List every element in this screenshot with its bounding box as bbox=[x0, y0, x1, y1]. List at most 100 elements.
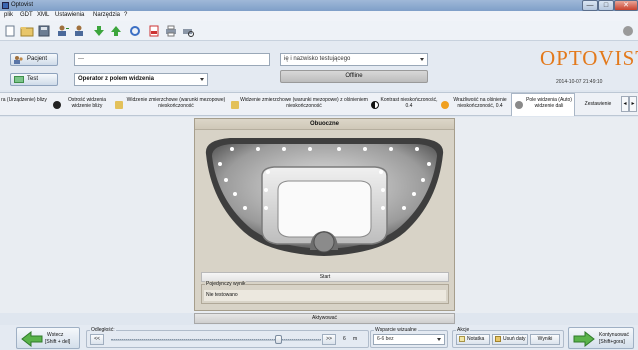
distance-slider-thumb[interactable] bbox=[275, 335, 282, 344]
print-preview-icon[interactable] bbox=[181, 24, 195, 38]
distance-decrease-button[interactable]: << bbox=[90, 334, 104, 345]
tab-label: Widzenie zmierzchowe (warunki mezopowe) … bbox=[126, 97, 226, 109]
patient-button-label: Pacjent bbox=[27, 56, 48, 62]
tab-device[interactable]: ra (Urządzenie) blizy bbox=[0, 94, 48, 115]
datetime: 2014-10-07 21:49:10 bbox=[556, 79, 603, 85]
visual-support-group: Wsparcie wizualne 6-6 bez bbox=[370, 327, 448, 348]
help-icon[interactable] bbox=[621, 24, 635, 38]
acuity-icon bbox=[53, 101, 61, 109]
title-bar: Optovist — □ ✕ bbox=[0, 0, 638, 11]
delete-icon bbox=[495, 336, 501, 342]
actions-legend: Akcje bbox=[456, 327, 471, 333]
menu-help[interactable]: ? bbox=[124, 12, 127, 18]
operator-select-value: ię i nazwisko testującego bbox=[284, 56, 351, 62]
distance-increase-button[interactable]: >> bbox=[322, 334, 336, 345]
tab-scroll-left-button[interactable]: ◂ bbox=[621, 96, 629, 112]
chevron-down-icon bbox=[420, 58, 424, 61]
tab-contrast[interactable]: Kontrast nieskończoność, 0.4 bbox=[368, 94, 438, 115]
toolbar bbox=[0, 21, 638, 41]
menu-gdt[interactable]: GDT bbox=[20, 12, 33, 18]
back-button[interactable]: Wstecz [Shift + del] bbox=[16, 327, 80, 349]
user-add-icon[interactable] bbox=[56, 24, 70, 38]
visual-field-visor bbox=[205, 138, 444, 256]
activate-button[interactable]: Aktywować bbox=[194, 313, 455, 324]
chevron-down-icon bbox=[200, 78, 204, 81]
test-button[interactable]: Test bbox=[10, 73, 58, 86]
test-button-label: Test bbox=[27, 76, 39, 82]
menu-xml[interactable]: XML bbox=[37, 12, 49, 18]
window-title: Optovist bbox=[11, 2, 34, 8]
note-button[interactable]: Notatka bbox=[456, 334, 490, 345]
contrast-icon bbox=[371, 101, 379, 109]
tab-scroll-right-button[interactable]: ▸ bbox=[629, 96, 637, 112]
new-document-icon[interactable] bbox=[3, 24, 17, 38]
patient-icon bbox=[14, 56, 23, 64]
menu-narzedzia[interactable]: Narzędzia bbox=[93, 12, 120, 18]
arrow-up-icon[interactable] bbox=[109, 24, 123, 38]
distance-group: Odległość: << >> 6 m bbox=[86, 327, 369, 348]
distance-slider-track[interactable] bbox=[111, 339, 321, 341]
menu-plik[interactable]: plik bbox=[4, 12, 13, 18]
test-tabs: ra (Urządzenie) blizy Ostrość widzenia w… bbox=[0, 92, 638, 116]
tab-label: Wrażliwość na olśnienie nieskończoność, … bbox=[453, 97, 507, 109]
arrow-right-icon bbox=[573, 331, 595, 347]
visor-window bbox=[277, 180, 372, 238]
tab-label: Kontrast nieskończoność, 0.4 bbox=[380, 97, 438, 109]
print-icon[interactable] bbox=[164, 24, 178, 38]
menu-bar: plik GDT XML Ustawienia Narzędzia ? bbox=[0, 11, 638, 21]
results-button[interactable]: Wyniki bbox=[530, 334, 560, 345]
note-icon bbox=[459, 336, 465, 342]
back-shortcut: [Shift + del] bbox=[45, 339, 71, 345]
tab-label: Widzenie zmierzchowe (warunki mezopowe) … bbox=[240, 97, 368, 109]
panel-title: Obuoczne bbox=[195, 119, 454, 130]
single-result-legend: Pojedynczy wynik bbox=[205, 281, 247, 287]
arrow-down-icon[interactable] bbox=[92, 24, 106, 38]
mesopic-icon bbox=[115, 101, 123, 109]
menu-ustawienia[interactable]: Ustawienia bbox=[55, 12, 84, 18]
tab-glare[interactable]: Wrażliwość na olśnienie nieskończoność, … bbox=[438, 94, 510, 115]
logo: OPTOVIST bbox=[540, 46, 638, 70]
test-select[interactable]: Operator z polem widzenia bbox=[74, 73, 208, 86]
mesopic-glare-icon bbox=[231, 101, 239, 109]
tab-mesopic-glare[interactable]: Widzenie zmierzchowe (warunki mezopowe) … bbox=[228, 94, 368, 115]
minimize-button[interactable]: — bbox=[582, 0, 598, 11]
status-badge: Offline bbox=[280, 70, 428, 83]
continue-label: Kontynuować bbox=[599, 332, 630, 338]
distance-unit: m bbox=[353, 336, 358, 342]
save-icon[interactable] bbox=[37, 24, 51, 38]
continue-button[interactable]: Kontynuować [Shift+gora] bbox=[568, 327, 634, 349]
test-select-value: Operator z polem widzenia bbox=[78, 76, 155, 82]
glare-icon bbox=[441, 101, 449, 109]
binocular-panel: Obuoczne Start Pojedynczy wynik Nie test… bbox=[194, 118, 455, 311]
user-edit-icon[interactable] bbox=[73, 24, 87, 38]
distance-legend: Odległość: bbox=[90, 327, 116, 333]
tab-visual-field[interactable]: Pole widzenia (Auto) widzenie dali bbox=[511, 93, 575, 116]
operator-select[interactable]: ię i nazwisko testującego bbox=[280, 53, 428, 66]
tab-summary[interactable]: Zestawienie bbox=[576, 94, 620, 115]
app-icon bbox=[2, 2, 9, 9]
maximize-button[interactable]: □ bbox=[598, 0, 614, 11]
visual-support-select[interactable]: 6-6 bez bbox=[373, 334, 445, 345]
tab-label: Ostrość widzenia widzenie bliży bbox=[67, 97, 107, 109]
chevron-down-icon bbox=[437, 338, 441, 341]
delete-dates-button[interactable]: Usuń daty bbox=[492, 334, 528, 345]
patient-button[interactable]: Pacjent bbox=[10, 53, 58, 66]
visual-support-legend: Wsparcie wizualne bbox=[374, 327, 418, 333]
open-folder-icon[interactable] bbox=[20, 24, 34, 38]
back-label: Wstecz bbox=[47, 332, 64, 338]
delete-label: Usuń daty bbox=[503, 336, 526, 342]
tab-visual-acuity-near[interactable]: Ostrość widzenia widzenie bliży bbox=[50, 94, 112, 115]
note-label: Notatka bbox=[467, 336, 485, 342]
patient-name-field[interactable]: --- bbox=[74, 53, 270, 66]
monitor-icon bbox=[14, 76, 24, 83]
single-result-value: Nie testowano bbox=[204, 290, 446, 301]
close-button[interactable]: ✕ bbox=[614, 0, 638, 11]
visual-support-value: 6-6 bez bbox=[377, 336, 394, 342]
arrow-left-icon bbox=[21, 331, 43, 347]
tab-mesopic[interactable]: Widzenie zmierzchowe (warunki mezopowe) … bbox=[112, 94, 228, 115]
visual-field-icon bbox=[515, 101, 523, 109]
refresh-icon[interactable] bbox=[128, 24, 142, 38]
actions-group: Akcje Notatka Usuń daty Wyniki bbox=[452, 327, 564, 348]
distance-value: 6 bbox=[343, 336, 346, 342]
pdf-icon[interactable] bbox=[147, 24, 161, 38]
